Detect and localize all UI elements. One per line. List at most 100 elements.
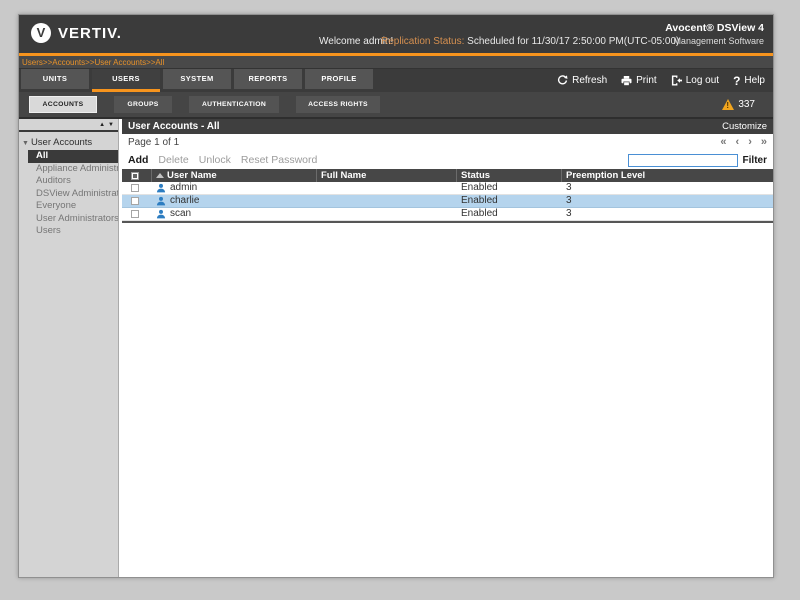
sidebar-item-auditors[interactable]: Auditors <box>19 175 118 188</box>
tab-system[interactable]: SYSTEM <box>163 69 231 89</box>
tab-profile[interactable]: PROFILE <box>305 69 373 89</box>
subtab-accounts[interactable]: ACCOUNTS <box>29 96 97 113</box>
table-toolbar: Add Delete Unlock Reset Password Filter <box>122 151 773 169</box>
sidebar-item-dsview-administrators[interactable]: DSView Administrators <box>19 188 118 201</box>
column-status[interactable]: Status <box>457 169 562 182</box>
warning-icon <box>722 99 735 110</box>
scroll-down-icon[interactable]: ▼ <box>108 122 114 128</box>
accounts-tree: ▼User Accounts All Appliance Administrat… <box>19 132 118 238</box>
print-button[interactable]: Print <box>621 75 657 86</box>
sidebar-item-appliance-administrators[interactable]: Appliance Administrators <box>19 163 118 176</box>
column-preemption-level[interactable]: Preemption Level <box>562 169 773 182</box>
status-cell: Enabled <box>461 182 498 193</box>
first-page-icon[interactable]: « <box>720 137 726 148</box>
main-panel: User Accounts - All Customize Page 1 of … <box>122 119 773 577</box>
logout-button[interactable]: Log out <box>671 75 719 86</box>
desktop-background: V VERTIV. Welcome admin! Replication Sta… <box>0 0 800 600</box>
full-name-cell <box>317 208 457 220</box>
row-checkbox[interactable] <box>131 197 139 205</box>
product-subtitle: Management Software <box>673 36 764 46</box>
sidebar-item-users[interactable]: Users <box>19 225 118 238</box>
user-icon <box>156 196 166 206</box>
pagination-row: Page 1 of 1 « ‹ › » <box>122 134 773 151</box>
sidebar-item-everyone[interactable]: Everyone <box>19 200 118 213</box>
content-area: ▲ ▼ ▼ User Accounts All Appliance Adminis… <box>19 119 773 577</box>
vertiv-logo-icon: V <box>31 23 51 43</box>
sidebar-item-user-administrators[interactable]: User Administrators <box>19 213 118 226</box>
pager: « ‹ › » <box>720 137 767 148</box>
brand-name: VERTIV. <box>58 24 122 42</box>
tab-reports[interactable]: REPORTS <box>234 69 302 89</box>
replication-status: Replication Status: Scheduled for 11/30/… <box>381 36 679 47</box>
filter-button[interactable]: Filter <box>743 155 767 166</box>
unlock-button[interactable]: Unlock <box>199 154 231 166</box>
refresh-button[interactable]: Refresh <box>557 75 607 86</box>
panel-empty-space <box>122 223 773 577</box>
user-name-link[interactable]: scan <box>170 208 191 220</box>
user-name-link[interactable]: charlie <box>170 195 199 207</box>
user-icon <box>156 183 166 193</box>
table-row-scan[interactable]: scan Enabled 3 <box>122 208 773 221</box>
filter-group: Filter <box>627 153 767 167</box>
sidebar: ▲ ▼ ▼ User Accounts All Appliance Adminis… <box>19 119 119 577</box>
help-button[interactable]: ? Help <box>733 74 765 88</box>
print-icon <box>621 75 632 86</box>
user-name-link[interactable]: admin <box>170 182 197 194</box>
customize-link[interactable]: Customize <box>722 121 767 132</box>
table-row-admin[interactable]: admin Enabled 3 <box>122 182 773 195</box>
preemption-cell: 3 <box>566 208 572 219</box>
main-tab-bar: UNITS USERS SYSTEM REPORTS PROFILE Refre… <box>19 69 773 92</box>
tree-root-user-accounts[interactable]: ▼ User Accounts <box>19 136 118 150</box>
row-checkbox[interactable] <box>131 210 139 218</box>
app-header: V VERTIV. Welcome admin! Replication Sta… <box>19 15 773 53</box>
sidebar-item-all[interactable]: All <box>28 150 118 163</box>
reset-password-button[interactable]: Reset Password <box>241 154 317 166</box>
column-user-name[interactable]: User Name <box>152 169 317 182</box>
sidebar-scroll-controls: ▲ ▼ <box>19 119 118 132</box>
status-cell: Enabled <box>461 195 498 206</box>
preemption-cell: 3 <box>566 195 572 206</box>
user-icon <box>156 209 166 219</box>
preemption-cell: 3 <box>566 182 572 193</box>
replication-status-label: Replication Status: <box>381 36 465 47</box>
delete-button[interactable]: Delete <box>158 154 188 166</box>
collapse-icon[interactable]: ▼ <box>22 140 29 147</box>
prev-page-icon[interactable]: ‹ <box>736 137 740 148</box>
tab-users[interactable]: USERS <box>92 69 160 92</box>
row-checkbox[interactable] <box>131 184 139 192</box>
sub-tab-bar: ACCOUNTS GROUPS AUTHENTICATION ACCESS RI… <box>19 92 773 119</box>
filter-input[interactable] <box>627 153 738 167</box>
full-name-cell <box>317 195 457 207</box>
status-cell: Enabled <box>461 208 498 219</box>
scroll-up-icon[interactable]: ▲ <box>99 122 105 128</box>
help-icon: ? <box>733 73 741 88</box>
vertiv-brand: V VERTIV. <box>31 23 122 43</box>
alert-badge[interactable]: 337 <box>722 99 755 110</box>
replication-status-value: Scheduled for 11/30/17 2:50:00 PM(UTC-05… <box>467 36 680 47</box>
breadcrumb[interactable]: Users>>Accounts>>User Accounts>>All <box>19 56 773 69</box>
full-name-cell <box>317 182 457 194</box>
header-checkbox-cell <box>122 169 152 182</box>
product-identity: Avocent® DSView 4 Management Software <box>665 22 764 46</box>
panel-title-bar: User Accounts - All Customize <box>122 119 773 134</box>
subtab-access-rights[interactable]: ACCESS RIGHTS <box>296 96 380 113</box>
alert-count: 337 <box>738 99 755 110</box>
app-window: V VERTIV. Welcome admin! Replication Sta… <box>18 14 774 578</box>
page-info: Page 1 of 1 <box>128 137 180 148</box>
add-button[interactable]: Add <box>128 154 148 166</box>
table-row-charlie[interactable]: charlie Enabled 3 <box>122 195 773 208</box>
subtab-authentication[interactable]: AUTHENTICATION <box>189 96 279 113</box>
select-all-checkbox[interactable] <box>131 171 139 180</box>
last-page-icon[interactable]: » <box>761 137 767 148</box>
subtab-groups[interactable]: GROUPS <box>114 96 172 113</box>
logout-icon <box>671 75 682 86</box>
header-action-bar: Refresh Print Log out ? Help <box>557 69 765 92</box>
page-title: User Accounts - All <box>128 121 220 132</box>
next-page-icon[interactable]: › <box>748 137 752 148</box>
tab-units[interactable]: UNITS <box>21 69 89 89</box>
refresh-icon <box>557 75 568 86</box>
product-name: Avocent® DSView 4 <box>665 22 764 34</box>
sort-ascending-icon <box>156 173 164 178</box>
column-full-name[interactable]: Full Name <box>317 169 457 182</box>
table-header: User Name Full Name Status Preemption Le… <box>122 169 773 182</box>
